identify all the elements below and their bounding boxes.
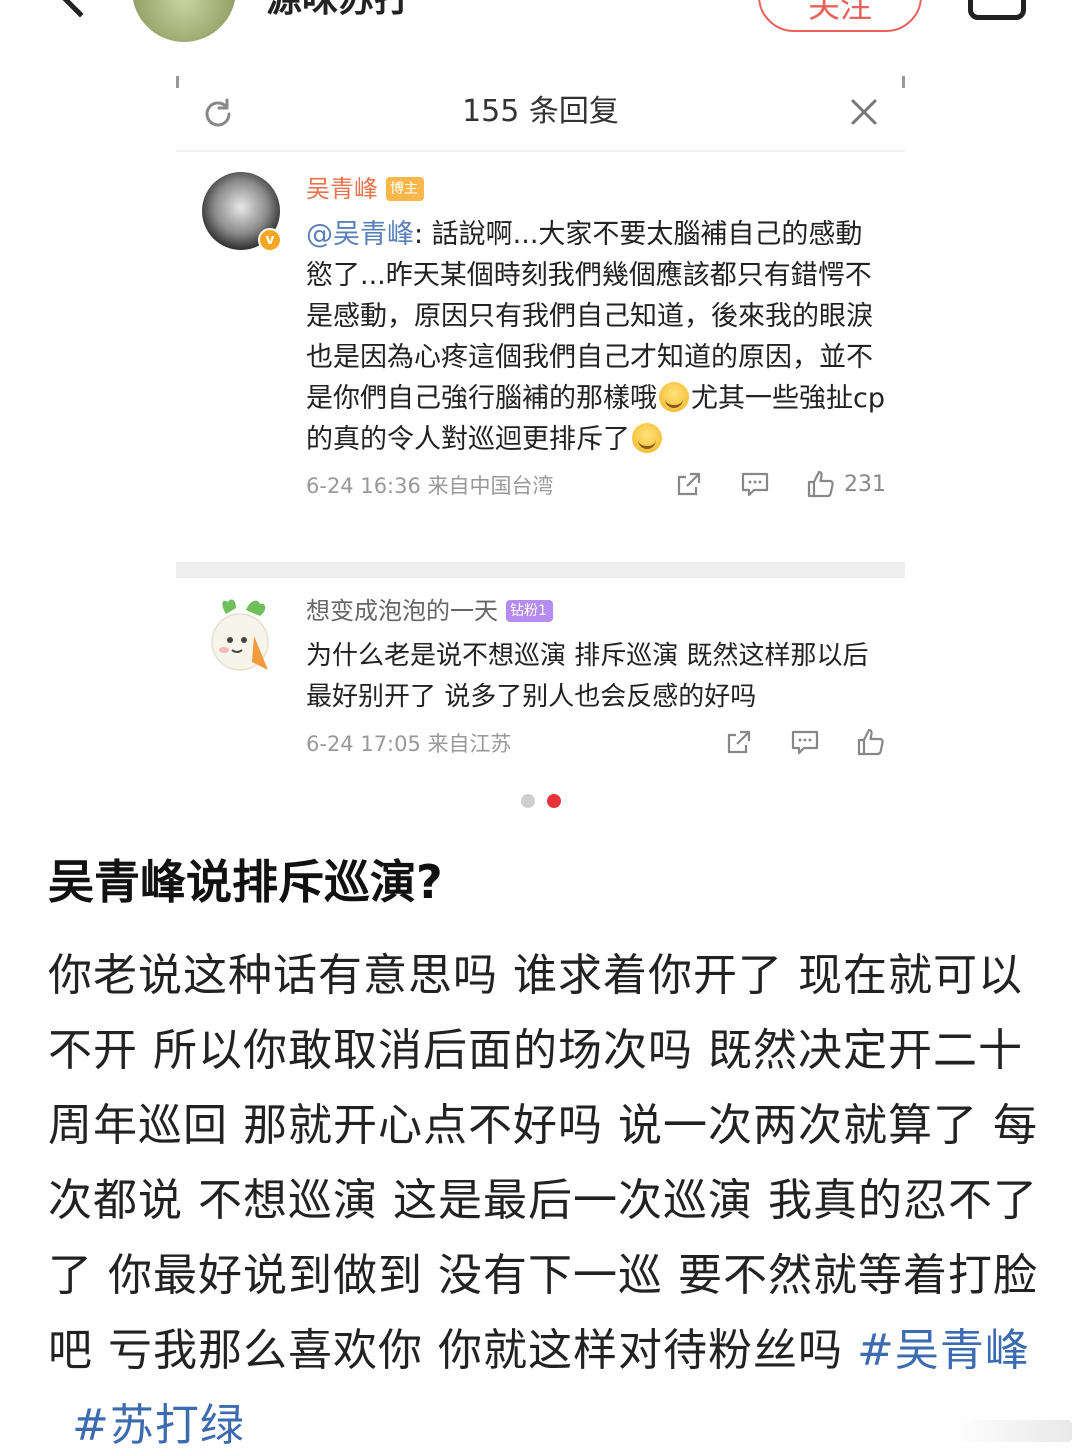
watermark (952, 1420, 1072, 1442)
comment-text: @吴青峰: 話說啊...大家不要太腦補自己的感動慾了...昨天某個時刻我們幾個應… (306, 214, 886, 460)
share-button[interactable] (674, 469, 704, 499)
share-button[interactable] (724, 727, 754, 757)
post-body: 你老说这种话有意思吗 谁求着你开了 现在就可以不开 所以你敢取消后面的场次吗 既… (48, 938, 1038, 1450)
divider (176, 562, 905, 578)
avatar[interactable] (132, 0, 236, 42)
profile-header: 源味苏打 关注 (0, 0, 1080, 60)
comment-icon (741, 472, 769, 497)
comment-timestamp: 6-24 17:05 来自江苏 (306, 732, 512, 756)
comment-panel-image: 155 条回复 v 吴青峰 博主 @吴青峰: 話說啊...大家不要太腦補自己的感… (176, 76, 905, 816)
reply-button[interactable] (740, 469, 770, 499)
back-icon[interactable] (54, 0, 106, 18)
laugh-cry-emoji-icon (659, 382, 689, 412)
share-icon (677, 472, 701, 496)
comment-timestamp: 6-24 16:36 来自中国台湾 (306, 474, 554, 498)
carousel-indicator (176, 794, 905, 808)
hashtag-link[interactable]: #吴青峰 (857, 1325, 1030, 1376)
comment-text: 为什么老是说不想巡演 排斥巡演 既然这样那以后最好别开了 说多了别人也会反感的好… (306, 641, 869, 712)
verified-icon: v (258, 228, 282, 252)
reply-button[interactable] (790, 727, 820, 757)
follow-button[interactable]: 关注 (758, 0, 922, 32)
hashtag-link[interactable]: #苏打绿 (72, 1400, 245, 1450)
like-button[interactable]: 231 (806, 469, 886, 499)
like-count: 231 (844, 471, 886, 497)
diamond-fan-badge: 钻粉1 (506, 600, 553, 622)
more-icon[interactable] (968, 0, 1026, 20)
blogger-badge: 博主 (386, 177, 424, 201)
thumbs-up-icon (857, 728, 884, 756)
post-title: 吴青峰说排斥巡演? (48, 855, 443, 909)
profile-username[interactable]: 源味苏打 (266, 0, 410, 22)
avatar[interactable] (206, 596, 278, 676)
like-button[interactable] (856, 727, 886, 757)
thumbs-up-icon (807, 470, 834, 498)
comment-icon (791, 730, 819, 755)
laugh-cry-emoji-icon (632, 423, 662, 453)
share-icon (727, 730, 751, 754)
close-icon[interactable] (848, 96, 880, 128)
mention-link[interactable]: @吴青峰 (306, 219, 414, 250)
comment-author[interactable]: 吴青峰 (306, 174, 378, 204)
panel-header: 155 条回复 (176, 76, 905, 152)
post-text: 你老说这种话有意思吗 谁求着你开了 现在就可以不开 所以你敢取消后面的场次吗 既… (48, 950, 1038, 1376)
page: 源味苏打 关注 155 条回复 v 吴青峰 博主 (0, 0, 1080, 1450)
panel-title: 155 条回复 (462, 94, 619, 129)
carousel-dot-active[interactable] (546, 794, 561, 808)
carousel-dot[interactable] (520, 794, 535, 808)
comment-author[interactable]: 想变成泡泡的一天 (306, 596, 498, 626)
